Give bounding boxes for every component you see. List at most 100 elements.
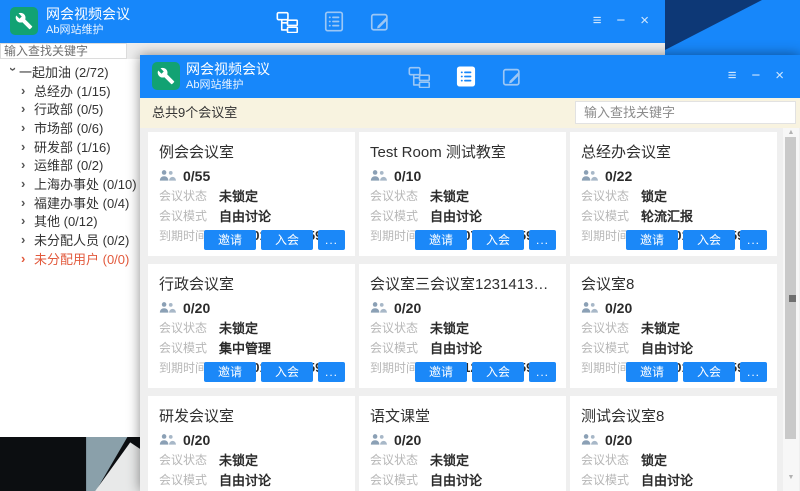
mode-label: 会议模式 [159,471,219,488]
tree-item-6[interactable]: ›上海办事处 (0/10) [0,174,140,193]
app-logo [10,7,38,35]
wallpaper-top-right [665,0,800,55]
more-button[interactable]: ... [740,230,767,250]
minimize-button[interactable]: − [751,66,760,86]
mode-value: 集中管理 [219,338,271,357]
chevron-right-icon[interactable]: › [21,213,34,228]
status-label: 会议状态 [159,451,219,468]
close-button[interactable]: × [640,11,649,31]
scrollbar-thumb[interactable] [785,137,796,439]
foreground-window: 网会视频会议 Ab网站维护 ≡ − × 总共9个会议室 例会会议室0/55会议状… [140,55,800,491]
menu-button[interactable]: ≡ [593,11,602,31]
minimize-button[interactable]: − [616,11,625,31]
invite-button[interactable]: 邀请 [415,362,467,382]
chevron-right-icon[interactable]: › [21,251,34,266]
room-name: 总经办会议室 [581,141,766,162]
tree-item-4[interactable]: ›研发部 (1/16) [0,137,140,156]
chevron-right-icon[interactable]: › [21,176,34,191]
scrollbar-grip[interactable] [789,295,796,302]
room-capacity: 0/20 [394,300,421,316]
tree-item-label: 运维部 (0/2) [34,155,103,174]
more-button[interactable]: ... [529,230,556,250]
chevron-right-icon[interactable]: › [21,232,34,247]
room-card: 测试会议室80/20会议状态锁定会议模式自由讨论到期时间2021-06-30 2… [570,396,777,491]
chevron-right-icon[interactable]: › [21,139,34,154]
fg-app-subtitle: Ab网站维护 [186,78,243,92]
room-name: 语文课堂 [370,405,555,426]
join-button[interactable]: 入会 [683,362,735,382]
status-value: 未锁定 [219,450,258,469]
more-button[interactable]: ... [740,362,767,382]
tree-item-7[interactable]: ›福建办事处 (0/4) [0,193,140,212]
room-list-icon[interactable] [323,10,345,33]
more-button[interactable]: ... [318,362,345,382]
mode-value: 自由讨论 [641,470,693,489]
tree-item-5[interactable]: ›运维部 (0/2) [0,155,140,174]
org-chart-icon[interactable] [276,10,299,33]
tree-search-input[interactable] [0,43,127,59]
tree-item-1[interactable]: ›总经办 (1/15) [0,81,140,100]
room-name: 研发会议室 [159,405,344,426]
mode-value: 自由讨论 [430,206,482,225]
edit-icon[interactable] [369,10,391,33]
invite-button[interactable]: 邀请 [626,230,678,250]
room-list-icon-active[interactable] [455,65,477,88]
room-name: 行政会议室 [159,273,344,294]
wrench-icon [15,12,33,30]
join-button[interactable]: 入会 [683,230,735,250]
tree-item-0[interactable]: ›一起加油 (2/72) [0,62,140,81]
room-name: 会议室三会议室123141324141三会... [370,273,555,294]
invite-button[interactable]: 邀请 [626,362,678,382]
room-card: Test Room 测试教室0/10会议状态未锁定会议模式自由讨论到期时间202… [359,132,566,256]
tree-item-2[interactable]: ›行政部 (0/5) [0,99,140,118]
org-tree: ›一起加油 (2/72)›总经办 (1/15)›行政部 (0/5)›市场部 (0… [0,62,140,268]
more-button[interactable]: ... [529,362,556,382]
people-icon [581,301,598,314]
tree-item-label: 未分配人员 (0/2) [34,230,129,249]
invite-button[interactable]: 邀请 [415,230,467,250]
chevron-right-icon[interactable]: › [21,101,34,116]
room-search-input[interactable] [575,101,796,124]
close-button[interactable]: × [775,66,784,86]
wallpaper-navy-triangle [665,0,800,55]
scroll-up-arrow[interactable]: ▲ [783,129,799,136]
mode-label: 会议模式 [581,207,641,224]
chevron-down-icon[interactable]: › [6,67,21,78]
chevron-right-icon[interactable]: › [21,83,34,98]
status-label: 会议状态 [581,319,641,336]
join-button[interactable]: 入会 [261,230,313,250]
join-button[interactable]: 入会 [261,362,313,382]
tree-item-8[interactable]: ›其他 (0/12) [0,212,140,231]
chevron-right-icon[interactable]: › [21,157,34,172]
mode-label: 会议模式 [370,339,430,356]
status-label: 会议状态 [370,187,430,204]
people-icon [159,433,176,446]
room-card-grid: 例会会议室0/55会议状态未锁定会议模式自由讨论到期时间2028-01-26 2… [140,128,800,491]
status-value: 未锁定 [219,318,258,337]
join-button[interactable]: 入会 [472,230,524,250]
room-capacity: 0/20 [183,300,210,316]
mode-label: 会议模式 [370,207,430,224]
menu-button[interactable]: ≡ [728,66,737,86]
status-value: 未锁定 [430,186,469,205]
chevron-right-icon[interactable]: › [21,120,34,135]
edit-icon[interactable] [501,65,523,88]
invite-button[interactable]: 邀请 [204,362,256,382]
tree-item-10[interactable]: ›未分配用户 (0/0) [0,249,140,268]
mode-value: 轮流汇报 [641,206,693,225]
tree-item-label: 一起加油 (2/72) [19,62,109,81]
vertical-scrollbar[interactable]: ▲ ▼ [783,128,799,491]
room-capacity: 0/20 [394,432,421,448]
tree-item-3[interactable]: ›市场部 (0/6) [0,118,140,137]
status-value: 未锁定 [430,450,469,469]
invite-button[interactable]: 邀请 [204,230,256,250]
tree-item-label: 总经办 (1/15) [34,81,111,100]
chevron-right-icon[interactable]: › [21,195,34,210]
join-button[interactable]: 入会 [472,362,524,382]
more-button[interactable]: ... [318,230,345,250]
org-chart-icon[interactable] [408,65,431,88]
scroll-down-arrow[interactable]: ▼ [783,474,799,481]
room-name: 会议室8 [581,273,766,294]
tree-item-9[interactable]: ›未分配人员 (0/2) [0,230,140,249]
room-capacity: 0/55 [183,168,210,184]
